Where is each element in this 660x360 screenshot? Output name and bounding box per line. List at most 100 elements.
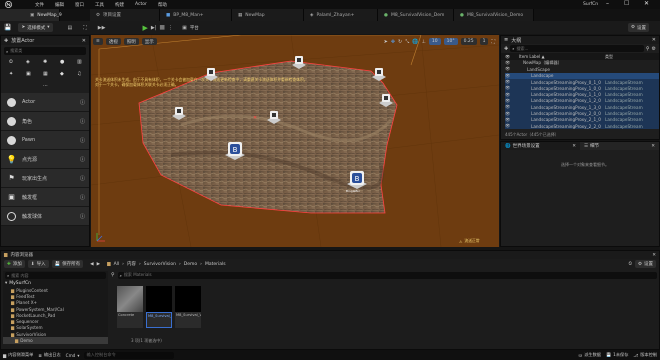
visibility-icon[interactable]: 👁 xyxy=(505,123,519,129)
menu-help[interactable]: 帮助 xyxy=(158,2,167,8)
output-log-button[interactable]: ≣ 输出日志 xyxy=(38,352,60,358)
import-button[interactable]: ⬇ 导入 xyxy=(27,260,49,268)
settings-gear-icon[interactable]: ⚙ xyxy=(652,46,656,52)
play-icon[interactable]: ▶ xyxy=(142,24,147,32)
show-button[interactable]: 显示 xyxy=(141,38,157,45)
maximize-viewport-icon[interactable]: ⛶ xyxy=(491,39,495,45)
tab-details[interactable]: ☰ 细节 ✕ xyxy=(580,142,659,150)
sound-icon[interactable]: ♫ xyxy=(77,71,81,77)
unsaved-button[interactable]: 💾 1未保存 xyxy=(606,352,628,358)
col-type[interactable]: 类型 xyxy=(605,54,613,60)
maximize-icon[interactable]: □ xyxy=(624,0,629,6)
outliner-row[interactable]: 👁 LandscapeStreamingProxy_1_0_0 LandscapeS… xyxy=(505,85,659,92)
close-icon[interactable]: ✕ xyxy=(644,0,649,7)
forward-icon[interactable]: ▶ xyxy=(97,262,100,267)
asset-tile-material[interactable]: M8_Survival_Vision_Demo_Material xyxy=(146,286,172,328)
visibility-icon[interactable]: 👁 xyxy=(505,60,519,66)
tab-palaml[interactable]: ◈ Palaml_Zhayan+ xyxy=(304,9,378,21)
tab-level[interactable]: ▣ NewMap_9 xyxy=(0,9,62,21)
content-drawer-button[interactable]: ▆ 内容侧滑菜单 xyxy=(3,352,33,358)
rotate-icon[interactable]: ↻ xyxy=(398,39,402,45)
assets-search[interactable]: ⌕ 搜索 Materials xyxy=(117,271,657,279)
actor-item-player-start[interactable]: ⚑ 玩家出生点 ⓘ xyxy=(1,169,89,188)
recent-icon[interactable]: ⏲ xyxy=(9,59,13,65)
platform-icon[interactable]: ▣ xyxy=(182,25,187,31)
visibility-icon[interactable]: 👁 xyxy=(505,79,519,85)
visibility-col-icon[interactable]: 👁 xyxy=(505,54,519,59)
place-actors-search[interactable]: ⌕ 搜索类 xyxy=(4,47,86,55)
filter-icon[interactable]: ⚲ xyxy=(646,46,650,52)
asset-tile-material-instance[interactable]: M8_Survival_Vision_Demo_M xyxy=(175,286,201,328)
visual-effects-icon[interactable]: ✦ xyxy=(9,71,13,77)
blueprint-badge[interactable]: B BingleBin xyxy=(346,170,368,198)
info-icon[interactable]: ⓘ xyxy=(80,213,85,220)
visibility-icon[interactable]: 👁 xyxy=(505,104,519,110)
save-all-button[interactable]: 💾 保存所有 xyxy=(51,260,84,268)
visibility-icon[interactable]: 👁 xyxy=(505,92,519,98)
outliner-row[interactable]: 👁 LandscapeStreamingProxy_1_3_0 LandscapeS… xyxy=(505,104,659,111)
level-viewport[interactable]: ≡ 透视 照明 显示 ➤ ✥ ↻ ⤡ 🌐 ⊥ 10 10° 0.25 1 ⛶ 关… xyxy=(91,35,499,247)
outliner-row[interactable]: 👁 LandscapeStreamingProxy_0_1_0 LandscapeS… xyxy=(505,78,659,86)
more-categories-icon[interactable]: ⋯ xyxy=(43,83,48,89)
actor-item-trigger-sphere[interactable]: 触发球体 ⓘ xyxy=(1,207,89,226)
actor-item-point-light[interactable]: 💡 点光源 ⓘ xyxy=(1,150,89,169)
visibility-icon[interactable]: 👁 xyxy=(505,111,519,117)
more-options-icon[interactable]: ⋮ xyxy=(168,25,173,31)
actor-item-pawn[interactable]: Pawn ⓘ xyxy=(1,131,89,150)
lights-icon[interactable]: ✺ xyxy=(43,59,47,65)
cinematics-icon[interactable]: ▶▶ xyxy=(98,25,106,31)
add-button[interactable]: ✚ 添加 xyxy=(4,260,25,268)
menu-actor[interactable]: Actor xyxy=(135,2,147,7)
visibility-icon[interactable]: 👁 xyxy=(505,73,519,79)
translate-icon[interactable]: ✥ xyxy=(391,39,395,45)
filter-icon[interactable]: ⚲ xyxy=(111,272,115,278)
info-icon[interactable]: ⓘ xyxy=(80,156,85,163)
tab-material-2[interactable]: ● M8_SurvivalVision_Demo xyxy=(454,9,534,21)
blueprint-badge[interactable]: B xyxy=(224,141,246,165)
cmd-button[interactable]: Cmd ▾ xyxy=(66,353,80,358)
visibility-icon[interactable]: 👁 xyxy=(505,66,519,72)
menu-build[interactable]: 构建 xyxy=(115,2,124,8)
settings-button[interactable]: ⚙ 设置 xyxy=(628,23,650,32)
history-icon[interactable]: ⏲ xyxy=(628,261,632,267)
content-icon[interactable]: ▤ xyxy=(68,25,73,31)
rotation-snap-value[interactable]: 10° xyxy=(443,38,458,45)
proxy-pin[interactable] xyxy=(171,106,187,124)
skip-icon[interactable]: ▶| xyxy=(151,25,157,31)
menu-file[interactable]: 文件 xyxy=(35,2,44,8)
asset-tile-concrete[interactable]: Concrete xyxy=(117,286,143,328)
outliner-row[interactable]: 👁 LandscapeStreamingProxy_1_1_0 LandscapeS… xyxy=(505,91,659,98)
lit-button[interactable]: 照明 xyxy=(123,38,139,45)
proxy-pin[interactable] xyxy=(203,67,219,85)
add-icon[interactable]: ✚ xyxy=(504,46,508,52)
visibility-icon[interactable]: 👁 xyxy=(505,85,519,91)
close-tab-icon[interactable]: ✕ xyxy=(651,144,655,149)
select-tool-icon[interactable]: ➤ xyxy=(384,39,388,45)
outliner-row[interactable]: 👁 LandscapeStreamingProxy_2_0_0 LandscapeS… xyxy=(505,110,659,117)
surface-snap-icon[interactable]: ⊥ xyxy=(422,39,426,45)
close-panel-icon[interactable]: ✕ xyxy=(652,253,656,258)
col-item-label[interactable]: Item Label ▲ xyxy=(519,54,605,59)
close-tab-icon[interactable]: ✕ xyxy=(572,144,576,149)
scale-snap-value[interactable]: 0.25 xyxy=(460,38,477,45)
tab-blueprint[interactable]: ■ BP_M8_Man+ xyxy=(160,9,232,21)
close-panel-icon[interactable]: ✕ xyxy=(652,37,656,43)
cinematic-icon[interactable]: ▥ xyxy=(77,59,82,65)
back-icon[interactable]: ◀ xyxy=(90,262,93,267)
menu-edit[interactable]: 编辑 xyxy=(55,2,64,8)
content-settings-button[interactable]: ⚙ 设置 xyxy=(634,260,656,268)
proxy-pin[interactable] xyxy=(291,55,307,73)
geometry-icon[interactable]: ◆ xyxy=(60,71,64,77)
path-segment[interactable]: Materials xyxy=(205,262,226,267)
blueprint-toolbar-icon[interactable]: ⛶ xyxy=(83,25,87,31)
volumes-icon[interactable]: ▣ xyxy=(26,71,31,77)
stop-icon[interactable]: ■ xyxy=(159,24,165,31)
save-icon[interactable]: 💾 xyxy=(4,24,11,31)
outliner-row[interactable]: 👁 LandscapeStreamingProxy_2_2_0 LandscapeS… xyxy=(505,122,659,130)
tab-newmap[interactable]: ▦ NewMap xyxy=(232,9,304,21)
grid-snap-value[interactable]: 10 xyxy=(428,38,441,45)
path-segment[interactable]: All xyxy=(114,262,120,267)
visibility-icon[interactable]: 👁 xyxy=(505,98,519,104)
source-control-button[interactable]: ⎇ 版本控制 xyxy=(633,352,657,358)
derived-data-button[interactable]: ⛁ 派生数据 xyxy=(579,352,601,358)
